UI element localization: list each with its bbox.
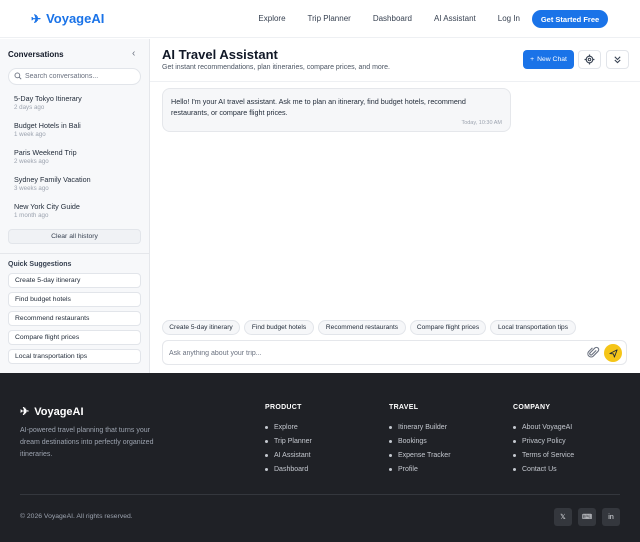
suggestion-chip[interactable]: Recommend restaurants (318, 320, 406, 335)
footer-column-company: COMPANY About VoyageAI Privacy Policy Te… (513, 404, 574, 476)
message-text: Hello! I'm your AI travel assistant. Ask… (171, 97, 466, 117)
search-box (8, 68, 141, 85)
conversation-item[interactable]: New York City Guide 1 month ago (14, 202, 142, 219)
search-icon (14, 72, 22, 80)
footer-link[interactable]: Trip Planner (265, 434, 312, 448)
page-subtitle: Get instant recommendations, plan itiner… (162, 64, 390, 71)
brand-logo[interactable]: ✈ VoyageAI (31, 11, 104, 26)
chevron-left-icon[interactable]: ‹ (132, 48, 135, 59)
footer-column-product: PRODUCT Explore Trip Planner AI Assistan… (265, 404, 312, 476)
footer-link[interactable]: AI Assistant (265, 448, 312, 462)
quick-suggestion-button[interactable]: Compare flight prices (8, 330, 141, 345)
message-input[interactable] (169, 346, 569, 360)
nav-link-login[interactable]: Log In (498, 14, 520, 23)
conversation-item[interactable]: Sydney Family Vacation 3 weeks ago (14, 175, 142, 192)
plus-icon: + (530, 56, 535, 63)
footer-brand[interactable]: ✈ VoyageAI (20, 405, 84, 419)
footer-heading: COMPANY (513, 404, 551, 411)
conversation-item[interactable]: Paris Weekend Trip 2 weeks ago (14, 148, 142, 165)
footer-link[interactable]: Profile (389, 462, 451, 476)
settings-button[interactable] (578, 50, 601, 69)
nav-links: Explore Trip Planner Dashboard AI Assist… (258, 14, 520, 23)
quick-suggestion-button[interactable]: Create 5-day itinerary (8, 273, 141, 288)
divider (20, 494, 620, 495)
clear-history-button[interactable]: Clear all history (8, 229, 141, 244)
suggestion-chip[interactable]: Find budget hotels (244, 320, 314, 335)
divider (150, 81, 640, 82)
message-timestamp: Today, 10:30 AM (461, 120, 502, 126)
linkedin-social-icon[interactable]: in (602, 508, 620, 526)
footer-link[interactable]: Bookings (389, 434, 451, 448)
chat-panel: AI Travel Assistant Get instant recommen… (150, 39, 640, 373)
site-footer: ✈ VoyageAI AI-powered travel planning th… (0, 373, 640, 542)
quick-suggestion-button[interactable]: Find budget hotels (8, 292, 141, 307)
suggestion-chip[interactable]: Create 5-day itinerary (162, 320, 240, 335)
footer-brand-name: VoyageAI (34, 405, 84, 418)
send-icon (608, 348, 618, 358)
chevrons-down-icon (614, 56, 621, 64)
nav-link-explore[interactable]: Explore (258, 14, 285, 23)
quick-suggestions-title: Quick Suggestions (8, 261, 72, 268)
quick-suggestion-button[interactable]: Recommend restaurants (8, 311, 141, 326)
footer-description: AI-powered travel planning that turns yo… (20, 427, 154, 458)
paperclip-icon[interactable] (587, 346, 600, 359)
conversation-time: 1 week ago (14, 131, 46, 138)
new-chat-button[interactable]: + New Chat (523, 50, 574, 69)
conversation-title: 5-Day Tokyo Itinerary (14, 94, 82, 103)
conversation-title: Paris Weekend Trip (14, 148, 77, 157)
conversation-title: Sydney Family Vacation (14, 175, 91, 184)
assistant-message: Hello! I'm your AI travel assistant. Ask… (162, 88, 511, 132)
footer-link[interactable]: Explore (265, 420, 312, 434)
suggestion-chip[interactable]: Local transportation tips (490, 320, 576, 335)
footer-link[interactable]: About VoyageAI (513, 420, 574, 434)
conversation-time: 3 weeks ago (14, 185, 49, 192)
nav-link-trip-planner[interactable]: Trip Planner (308, 14, 351, 23)
nav-link-ai-assistant[interactable]: AI Assistant (434, 14, 476, 23)
footer-link[interactable]: Dashboard (265, 462, 312, 476)
conversation-title: Budget Hotels in Bali (14, 121, 81, 130)
footer-heading: TRAVEL (389, 404, 419, 411)
top-navigation: ✈ VoyageAI Explore Trip Planner Dashboar… (0, 0, 640, 38)
sidebar-title: Conversations (8, 50, 64, 59)
keyboard-social-icon[interactable]: ⌨ (578, 508, 596, 526)
footer-column-travel: TRAVEL Itinerary Builder Bookings Expens… (389, 404, 451, 476)
plane-icon: ✈ (31, 11, 42, 26)
divider (0, 253, 149, 254)
suggestion-chip[interactable]: Compare flight prices (410, 320, 486, 335)
conversation-time: 2 weeks ago (14, 158, 49, 165)
footer-link[interactable]: Contact Us (513, 462, 574, 476)
expand-button[interactable] (606, 50, 629, 69)
conversation-time: 1 month ago (14, 212, 49, 219)
conversation-title: New York City Guide (14, 202, 80, 211)
quick-suggestion-button[interactable]: Local transportation tips (8, 349, 141, 364)
plane-icon: ✈ (20, 406, 30, 418)
footer-heading: PRODUCT (265, 404, 302, 411)
conversation-time: 2 days ago (14, 104, 45, 111)
page-title: AI Travel Assistant (162, 47, 278, 62)
get-started-button[interactable]: Get Started Free (532, 10, 608, 28)
conversations-sidebar: Conversations ‹ 5-Day Tokyo Itinerary 2 … (0, 39, 150, 373)
nav-link-dashboard[interactable]: Dashboard (373, 14, 412, 23)
gear-icon (584, 54, 595, 65)
footer-link[interactable]: Expense Tracker (389, 448, 451, 462)
x-social-icon[interactable]: 𝕏 (554, 508, 572, 526)
conversation-item[interactable]: Budget Hotels in Bali 1 week ago (14, 121, 142, 138)
footer-link[interactable]: Itinerary Builder (389, 420, 451, 434)
brand-name: VoyageAI (46, 11, 105, 26)
conversation-item[interactable]: 5-Day Tokyo Itinerary 2 days ago (14, 94, 142, 111)
footer-link[interactable]: Terms of Service (513, 448, 574, 462)
send-button[interactable] (604, 344, 622, 362)
new-chat-label: New Chat (537, 56, 567, 63)
search-input[interactable] (25, 70, 137, 83)
footer-link[interactable]: Privacy Policy (513, 434, 574, 448)
message-composer (162, 340, 627, 365)
copyright-text: © 2026 VoyageAI. All rights reserved. (20, 513, 133, 520)
